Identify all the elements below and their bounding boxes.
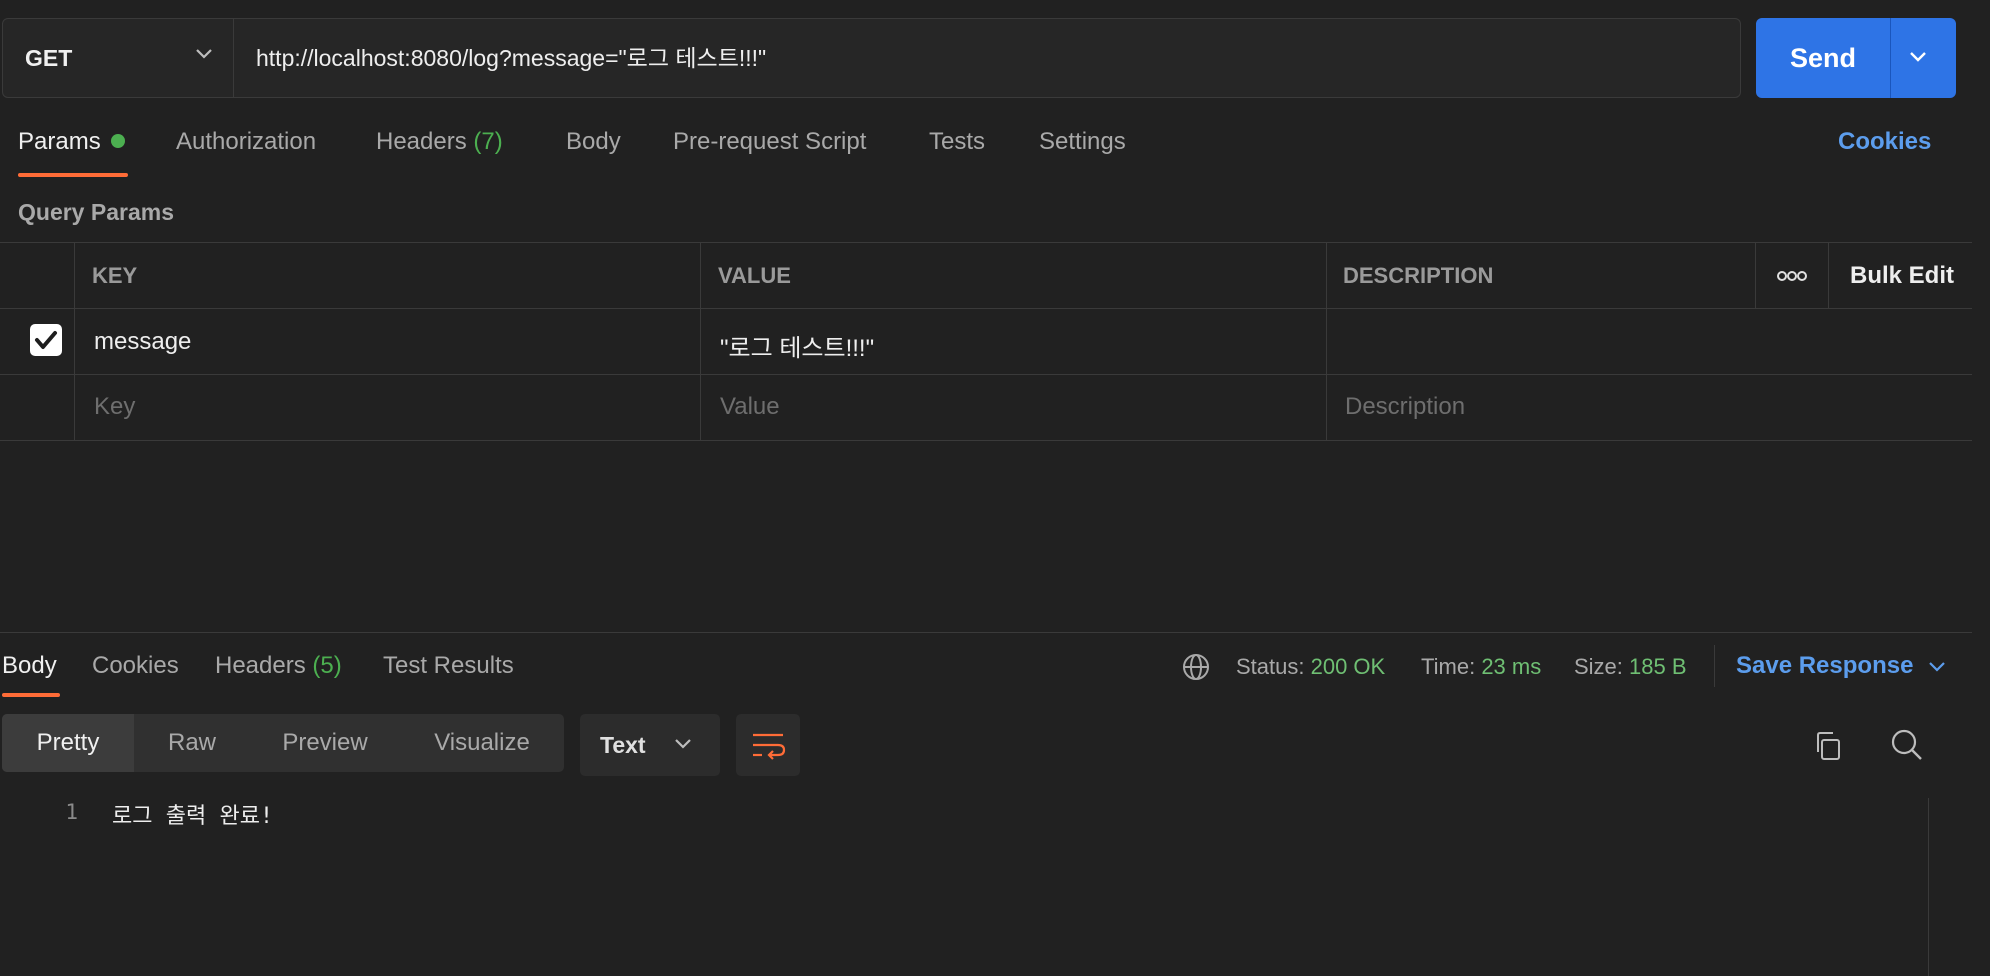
response-tab-headers-label: Headers: [215, 652, 306, 679]
method-label: GET: [25, 44, 73, 71]
line-number: 1: [65, 800, 78, 824]
view-mode-raw[interactable]: Raw: [134, 714, 250, 772]
chevron-down-icon: [1929, 662, 1945, 672]
query-params-title: Query Params: [18, 199, 174, 225]
param-description-cell[interactable]: [1343, 328, 1943, 358]
time-label: Time:: [1421, 654, 1476, 679]
response-tab-body-underline: [2, 693, 60, 697]
response-size: Size: 185 B: [1574, 654, 1687, 680]
format-select[interactable]: Text: [580, 714, 720, 776]
save-response-button[interactable]: Save Response: [1736, 652, 1946, 680]
status-label: Status:: [1236, 654, 1305, 679]
col-divider: [74, 242, 75, 440]
params-active-dot: [110, 133, 125, 148]
column-header-value: VALUE: [718, 263, 791, 288]
column-header-description: DESCRIPTION: [1343, 263, 1494, 288]
new-key-input[interactable]: Key: [94, 393, 135, 421]
send-button-group: Send: [1756, 18, 1956, 98]
new-description-input[interactable]: Description: [1345, 393, 1465, 421]
view-mode-switcher: Pretty Raw Preview Visualize: [2, 714, 564, 772]
tab-prerequest-script[interactable]: Pre-request Script: [673, 128, 866, 156]
send-divider: [1890, 18, 1891, 98]
col-divider: [700, 242, 701, 440]
method-select[interactable]: GET: [3, 19, 234, 97]
column-header-key: KEY: [92, 263, 138, 288]
table-top-border: [0, 242, 1972, 243]
tab-headers-label: Headers: [376, 128, 467, 155]
wrap-lines-button[interactable]: [736, 714, 800, 776]
col-divider: [1828, 242, 1829, 308]
response-time: Time: 23 ms: [1421, 654, 1541, 680]
view-mode-visualize[interactable]: Visualize: [400, 714, 564, 772]
response-tab-test-results[interactable]: Test Results: [383, 652, 514, 680]
response-tab-headers-count: (5): [312, 652, 342, 679]
view-mode-pretty[interactable]: Pretty: [2, 714, 134, 772]
tab-authorization[interactable]: Authorization: [176, 128, 316, 156]
time-value: 23 ms: [1481, 654, 1542, 679]
tab-params-underline: [18, 173, 128, 177]
request-bar: GET http://localhost:8080/log?message="로…: [2, 18, 1741, 98]
status-value: 200 OK: [1310, 654, 1386, 679]
cookies-link[interactable]: Cookies: [1838, 128, 1931, 156]
col-divider: [1755, 242, 1756, 308]
more-options-icon[interactable]: [1777, 269, 1807, 283]
send-button[interactable]: Send: [1756, 18, 1890, 98]
response-scrollbar[interactable]: [1928, 798, 1929, 976]
tab-params[interactable]: Params: [18, 128, 125, 156]
response-tab-body[interactable]: Body: [2, 652, 57, 680]
response-tab-headers[interactable]: Headers (5): [215, 652, 342, 680]
copy-icon[interactable]: [1812, 730, 1844, 762]
size-label: Size:: [1574, 654, 1623, 679]
response-status: Status: 200 OK: [1236, 654, 1385, 680]
col-divider: [1326, 242, 1327, 440]
param-value-cell[interactable]: "로그 테스트!!!": [720, 328, 874, 363]
view-mode-preview[interactable]: Preview: [250, 714, 400, 772]
bulk-edit-button[interactable]: Bulk Edit: [1850, 262, 1954, 290]
format-label: Text: [600, 732, 646, 758]
tab-settings[interactable]: Settings: [1039, 128, 1126, 156]
response-body-line: 로그 출력 완료!: [112, 804, 274, 829]
tab-headers[interactable]: Headers (7): [376, 128, 503, 156]
wrap-lines-icon: [753, 733, 786, 760]
tab-body[interactable]: Body: [566, 128, 621, 156]
tab-headers-count: (7): [473, 128, 503, 155]
table-bottom-border: [0, 440, 1972, 441]
tab-params-label: Params: [18, 128, 101, 155]
url-input[interactable]: http://localhost:8080/log?message="로그 테스…: [256, 19, 766, 97]
response-tab-cookies[interactable]: Cookies: [92, 652, 179, 680]
chevron-down-icon: [196, 49, 212, 59]
checkmark-icon: [35, 331, 57, 349]
new-value-input[interactable]: Value: [720, 393, 780, 421]
search-icon[interactable]: [1890, 728, 1924, 762]
param-enabled-checkbox[interactable]: [30, 324, 62, 356]
chevron-down-icon: [675, 739, 691, 749]
table-header-border: [0, 308, 1972, 309]
send-options-chevron-icon[interactable]: [1908, 50, 1928, 64]
tab-tests[interactable]: Tests: [929, 128, 985, 156]
stats-divider: [1714, 645, 1715, 687]
table-row-border: [0, 374, 1972, 375]
param-key-cell[interactable]: message: [94, 328, 191, 356]
globe-icon[interactable]: [1182, 653, 1210, 681]
size-value: 185 B: [1629, 654, 1687, 679]
response-divider: [0, 632, 1972, 633]
save-response-label: Save Response: [1736, 652, 1914, 679]
